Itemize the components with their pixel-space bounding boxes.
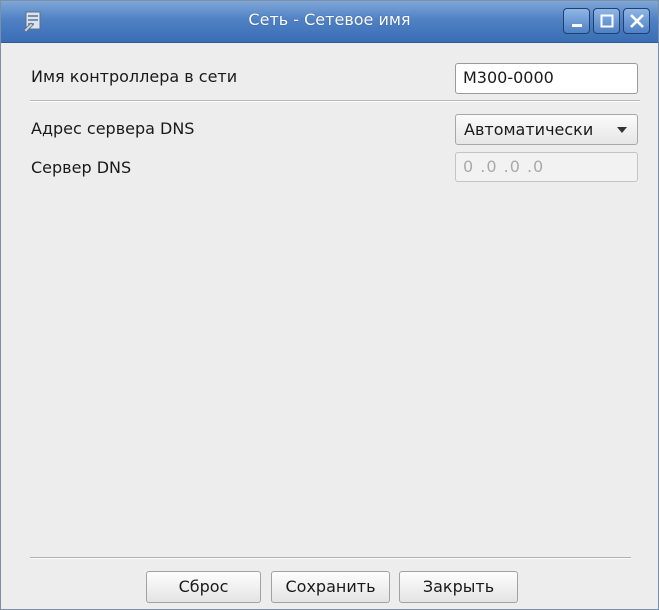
- save-button[interactable]: Сохранить: [271, 571, 390, 603]
- network-name-dialog: Сеть - Сетевое имя Имя контроллера в сет…: [0, 0, 659, 610]
- dns-server-input: 0 .0 .0 .0: [455, 152, 638, 182]
- title-bar[interactable]: Сеть - Сетевое имя: [1, 1, 658, 43]
- controller-name-label: Имя контроллера в сети: [31, 67, 238, 86]
- dns-address-label: Адрес сервера DNS: [31, 119, 195, 138]
- minimize-icon: [572, 24, 582, 27]
- maximize-icon: [600, 14, 614, 28]
- maximize-button[interactable]: [593, 8, 620, 34]
- chevron-down-icon: [617, 127, 627, 133]
- controller-name-input[interactable]: M300-0000: [455, 63, 638, 94]
- close-button[interactable]: Закрыть: [399, 571, 518, 603]
- footer-divider: [30, 557, 631, 559]
- close-icon: [630, 14, 644, 28]
- minimize-button[interactable]: [563, 8, 590, 34]
- dns-address-selected-value: Автоматически: [464, 120, 594, 139]
- section-divider: [30, 100, 640, 102]
- close-window-button[interactable]: [623, 8, 650, 34]
- dns-server-label: Сервер DNS: [31, 158, 132, 177]
- dns-address-select[interactable]: Автоматически: [455, 114, 638, 145]
- reset-button[interactable]: Сброс: [146, 571, 261, 603]
- window-title: Сеть - Сетевое имя: [248, 10, 411, 29]
